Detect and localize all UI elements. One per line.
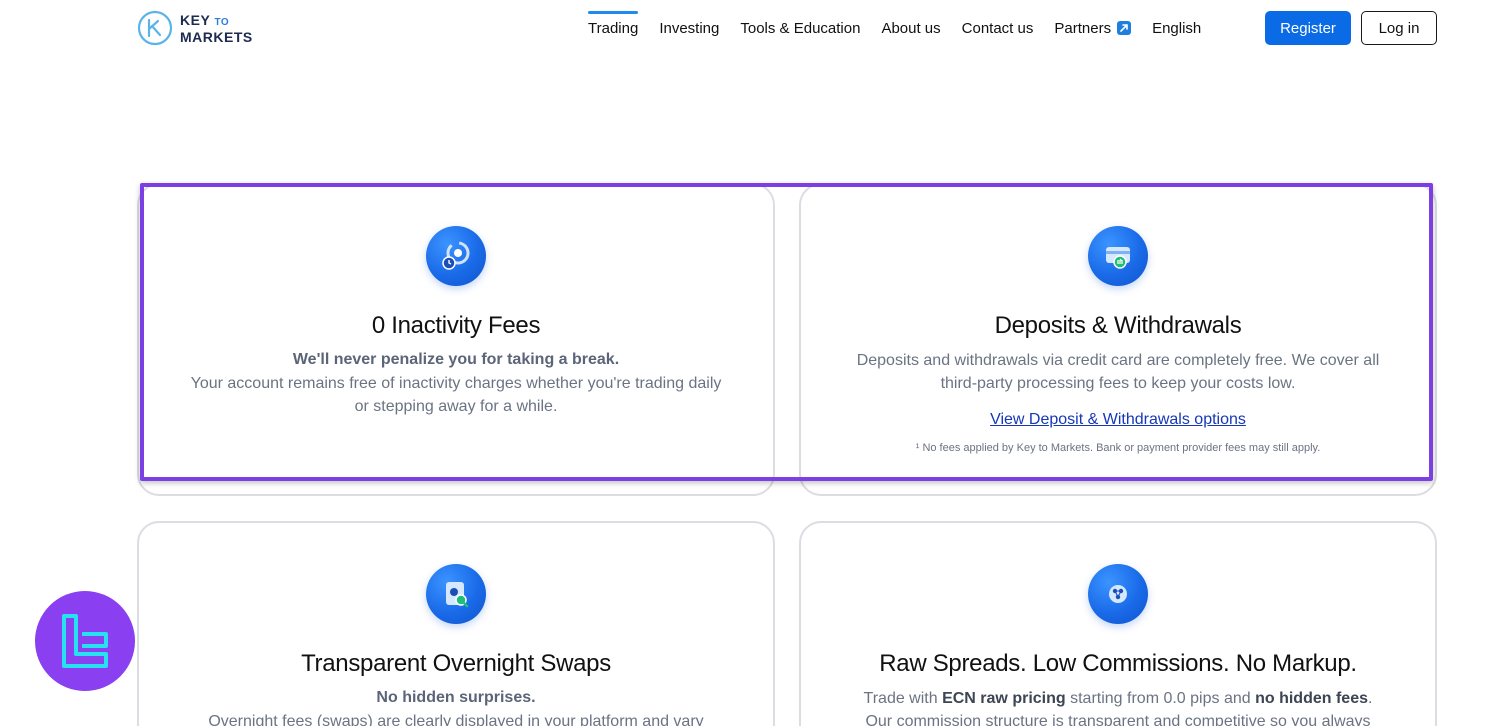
login-button[interactable]: Log in — [1361, 11, 1437, 45]
card-title: Transparent Overnight Swaps — [301, 650, 611, 677]
language-selector[interactable]: English — [1152, 0, 1201, 56]
register-button[interactable]: Register — [1265, 11, 1351, 45]
nav-partners[interactable]: Partners — [1054, 0, 1132, 56]
credit-card-exchange-icon — [1088, 226, 1148, 286]
card-footnote: ¹ No fees applied by Key to Markets. Ban… — [915, 442, 1321, 454]
main-nav: Trading Investing Tools & Education Abou… — [588, 0, 1222, 56]
feature-card-raw-spreads: Raw Spreads. Low Commissions. No Markup.… — [799, 521, 1437, 726]
card-body: Trade with ECN raw pricing starting from… — [863, 690, 1373, 726]
card-body: Overnight fees (swaps) are clearly displ… — [208, 713, 704, 726]
nav-about-us[interactable]: About us — [881, 0, 940, 56]
card-body: Your account remains free of inactivity … — [190, 375, 722, 415]
brand-wordmark: KEY TO MARKETS — [180, 11, 253, 45]
card-subtitle: No hidden surprises. — [376, 689, 536, 706]
feature-card-inactivity-fees: 0 Inactivity Fees We'll never penalize y… — [137, 183, 775, 496]
nav-investing[interactable]: Investing — [659, 0, 719, 56]
card-title: Deposits & Withdrawals — [994, 312, 1242, 339]
logo-mark-icon — [137, 10, 173, 46]
card-body: Deposits and withdrawals via credit card… — [856, 352, 1380, 392]
site-header: KEY TO MARKETS Trading Investing Tools &… — [0, 0, 1509, 60]
nav-contact-us[interactable]: Contact us — [962, 0, 1034, 56]
document-search-icon — [426, 564, 486, 624]
external-link-icon — [1117, 21, 1132, 35]
nav-tools-education[interactable]: Tools & Education — [740, 0, 860, 56]
brand-logo[interactable]: KEY TO MARKETS — [137, 10, 253, 46]
nav-trading[interactable]: Trading — [588, 0, 639, 56]
card-title: Raw Spreads. Low Commissions. No Markup. — [879, 650, 1357, 677]
feature-card-deposits-withdrawals: Deposits & Withdrawals Deposits and with… — [799, 183, 1437, 496]
card-title: 0 Inactivity Fees — [371, 312, 541, 339]
pie-chart-clock-icon — [426, 226, 486, 286]
network-nodes-icon — [1088, 564, 1148, 624]
view-deposit-withdrawals-link[interactable]: View Deposit & Withdrawals options — [801, 411, 1435, 429]
watermark-badge — [35, 591, 135, 691]
tc-logo-icon — [62, 614, 108, 668]
card-subtitle: We'll never penalize you for taking a br… — [292, 351, 620, 368]
feature-card-overnight-swaps: Transparent Overnight Swaps No hidden su… — [137, 521, 775, 726]
